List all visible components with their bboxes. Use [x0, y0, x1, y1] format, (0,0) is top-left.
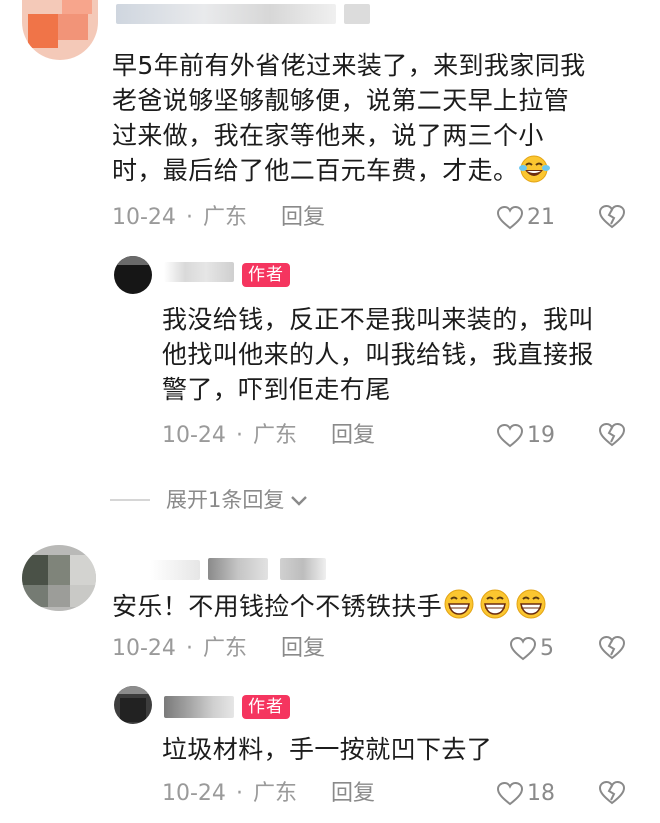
reply-meta: 10-24 · 广东 回复 — [162, 421, 375, 451]
expand-label: 展开1条回复 — [166, 488, 285, 512]
like-count: 5 — [540, 636, 554, 661]
reply-text: 我没给钱，反正不是我叫来装的，我叫 他找叫他来的人，叫我给钱，我直接报 警了，吓… — [162, 302, 642, 407]
reply-button[interactable]: 回复 — [281, 205, 325, 230]
like-button[interactable]: 5 — [510, 634, 554, 664]
comment-line: 老爸说够坚够靓够便，说第二天早上拉管 — [112, 86, 570, 115]
like-count: 19 — [527, 423, 555, 448]
comment-line: 早5年前有外省佬过来装了，来到我家同我 — [112, 51, 586, 80]
reply-date: 10-24 — [162, 423, 226, 448]
dislike-button[interactable] — [598, 204, 626, 233]
reply-line: 我没给钱，反正不是我叫来装的，我叫 — [162, 305, 594, 334]
broken-heart-icon — [598, 204, 626, 229]
comment-line: 过来做，我在家等他来，说了两三个小 — [112, 121, 544, 150]
comment-meta: 10-24 · 广东 回复 — [112, 634, 325, 664]
dislike-button[interactable] — [598, 635, 626, 664]
reply-location: 广东 — [252, 423, 297, 448]
username-blurred-fragment — [208, 558, 268, 580]
meta-separator: · — [185, 205, 193, 230]
grinning-emoji — [442, 588, 550, 629]
avatar[interactable] — [22, 0, 98, 60]
reply-text: 垃圾材料，手一按就凹下去了 — [162, 732, 642, 767]
reply-meta: 10-24 · 广东 回复 — [162, 779, 375, 809]
reply-button[interactable]: 回复 — [281, 636, 325, 661]
comment-location: 广东 — [202, 636, 247, 661]
comment-line: 安乐！不用钱捡个不锈铁扶手 — [112, 588, 642, 629]
like-button[interactable]: 19 — [497, 421, 555, 451]
dislike-button[interactable] — [598, 780, 626, 809]
reply-line: 警了，吓到佢走冇尾 — [162, 375, 391, 404]
broken-heart-icon — [598, 635, 626, 660]
comment-date: 10-24 — [112, 636, 176, 661]
username-blurred[interactable] — [116, 4, 336, 24]
meta-separator: · — [185, 636, 193, 661]
heart-icon — [497, 206, 523, 230]
broken-heart-icon — [598, 780, 626, 805]
comment-date: 10-24 — [112, 205, 176, 230]
chevron-down-icon — [291, 496, 308, 506]
heart-icon — [497, 782, 523, 806]
avatar[interactable] — [22, 545, 96, 611]
reply-username-blurred[interactable] — [164, 696, 234, 718]
comment-line: 时，最后给了他二百元车费，才走。 — [112, 153, 642, 193]
reply-line: 他找叫他来的人，叫我给钱，我直接报 — [162, 340, 594, 369]
reply-line: 垃圾材料，手一按就凹下去了 — [162, 735, 493, 764]
reply-button[interactable]: 回复 — [331, 423, 375, 448]
comment-text: 早5年前有外省佬过来装了，来到我家同我 老爸说够坚够靓够便，说第二天早上拉管 过… — [112, 48, 642, 193]
reply-avatar[interactable] — [114, 256, 152, 294]
username-blurred[interactable] — [150, 560, 200, 580]
like-count: 18 — [527, 781, 555, 806]
reply-button[interactable]: 回复 — [331, 781, 375, 806]
broken-heart-icon — [598, 422, 626, 447]
comment-location: 广东 — [202, 205, 247, 230]
like-count: 21 — [527, 205, 555, 230]
heart-icon — [510, 637, 536, 661]
username-blurred-fragment — [280, 558, 326, 580]
author-badge: 作者 — [242, 263, 290, 287]
dislike-button[interactable] — [598, 422, 626, 451]
expand-replies-button[interactable]: 展开1条回复 — [110, 485, 310, 515]
like-button[interactable]: 21 — [497, 203, 555, 233]
laughing-tears-emoji — [518, 154, 552, 193]
username-blurred-fragment — [344, 4, 370, 24]
reply-date: 10-24 — [162, 781, 226, 806]
author-badge: 作者 — [242, 695, 290, 719]
reply-location: 广东 — [252, 781, 297, 806]
reply-username-blurred[interactable] — [164, 262, 234, 282]
comment-meta: 10-24 · 广东 回复 — [112, 203, 325, 233]
like-button[interactable]: 18 — [497, 779, 555, 809]
comment-text: 安乐！不用钱捡个不锈铁扶手 — [112, 588, 642, 629]
heart-icon — [497, 424, 523, 448]
meta-separator: · — [235, 423, 243, 448]
reply-avatar[interactable] — [114, 686, 152, 724]
expand-divider — [110, 499, 150, 501]
meta-separator: · — [235, 781, 243, 806]
